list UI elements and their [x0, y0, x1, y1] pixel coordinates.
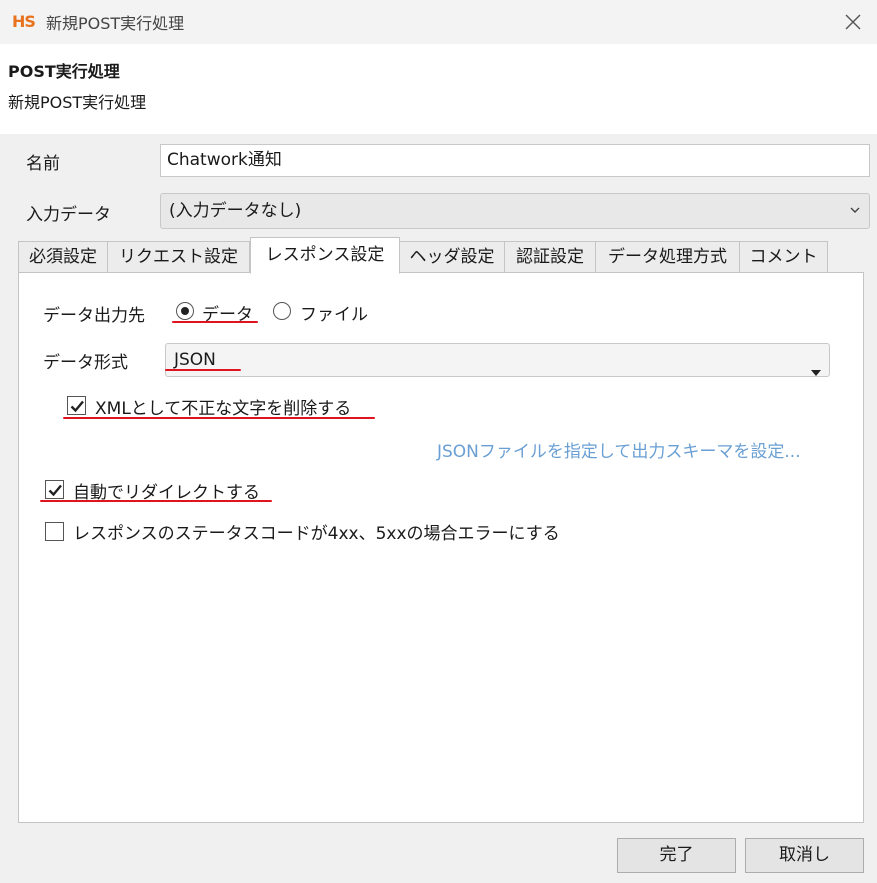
chevron-down-icon	[849, 194, 861, 240]
error-status-label[interactable]: レスポンスのステータスコードが4xx、5xxの場合エラーにする	[73, 519, 560, 544]
header-subtitle: 新規POST実行処理	[8, 93, 147, 112]
close-icon	[845, 14, 861, 30]
input-data-label: 入力データ	[26, 205, 111, 225]
complete-button[interactable]: 完了	[617, 838, 736, 873]
data-format-select[interactable]: JSON	[165, 343, 830, 377]
radio-file-label[interactable]: ファイル	[300, 300, 368, 325]
header-title: POST実行処理	[8, 62, 120, 81]
radio-file[interactable]	[273, 302, 291, 320]
triangle-down-icon	[811, 356, 821, 388]
tab-header-settings[interactable]: ヘッダ設定	[399, 241, 505, 273]
name-label: 名前	[26, 154, 60, 174]
radio-data[interactable]	[176, 302, 194, 320]
data-format-value: JSON	[174, 350, 216, 370]
annotation-underline-data	[172, 321, 258, 323]
cancel-button[interactable]: 取消し	[745, 838, 864, 873]
set-output-schema-link[interactable]: JSONファイルを指定して出力スキーマを設定...	[437, 437, 801, 462]
error-status-checkbox[interactable]	[45, 522, 64, 541]
tab-request-settings[interactable]: リクエスト設定	[107, 241, 250, 273]
checkmark-icon	[70, 400, 84, 413]
title-bar: HS 新規POST実行処理	[0, 0, 877, 44]
header-panel: POST実行処理 新規POST実行処理	[0, 44, 877, 134]
xml-remove-checkbox[interactable]	[67, 396, 86, 415]
input-data-select[interactable]: (入力データなし)	[160, 193, 870, 229]
input-data-value: (入力データなし)	[169, 201, 302, 221]
output-destination-label: データ出力先	[43, 306, 145, 326]
window-title: 新規POST実行処理	[46, 14, 185, 33]
tab-required-settings[interactable]: 必須設定	[18, 241, 108, 273]
app-logo: HS	[12, 12, 36, 31]
annotation-underline-redirect	[40, 500, 272, 502]
tab-response-settings[interactable]: レスポンス設定	[250, 237, 400, 274]
data-format-label: データ形式	[43, 353, 128, 373]
checkmark-icon	[48, 484, 62, 497]
close-button[interactable]	[841, 10, 865, 34]
auto-redirect-checkbox[interactable]	[45, 480, 64, 499]
name-input[interactable]: Chatwork通知	[160, 144, 870, 177]
tab-comment[interactable]: コメント	[739, 241, 828, 273]
tab-auth-settings[interactable]: 認証設定	[504, 241, 596, 273]
annotation-underline-xml	[63, 417, 375, 419]
annotation-underline-json	[165, 369, 241, 371]
tab-data-processing[interactable]: データ処理方式	[595, 241, 740, 273]
xml-remove-label[interactable]: XMLとして不正な文字を削除する	[95, 394, 351, 419]
